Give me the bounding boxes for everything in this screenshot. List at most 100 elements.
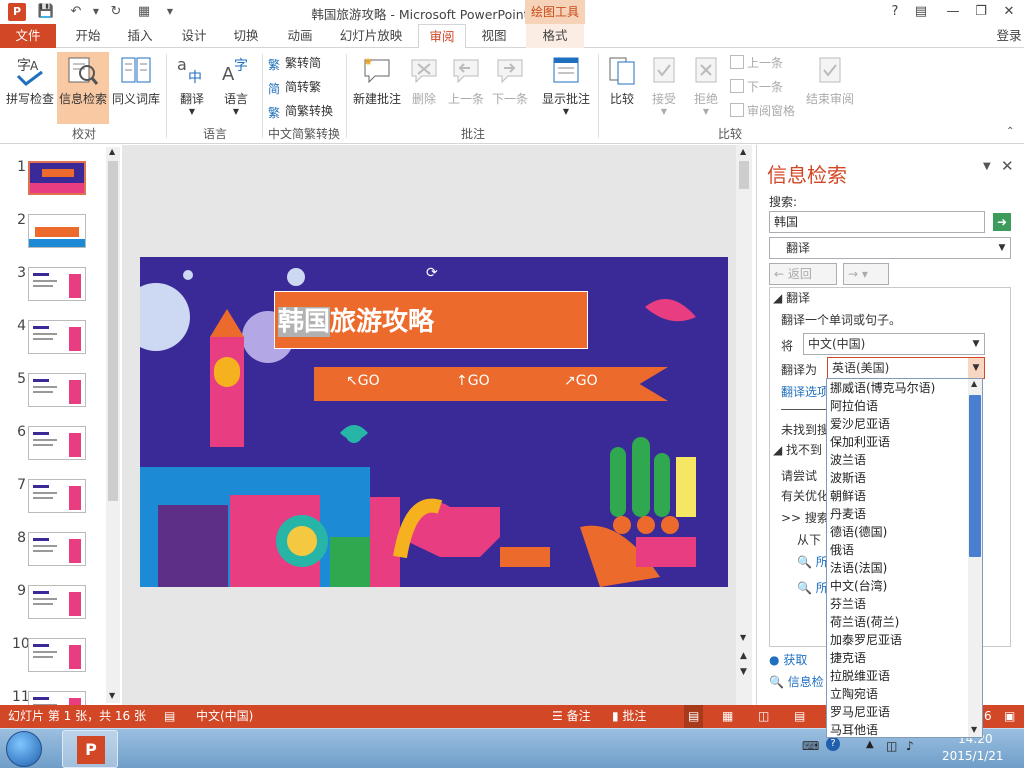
language-option[interactable]: 荷兰语(荷兰) xyxy=(827,613,967,631)
translation-options-link[interactable]: 翻译选项 xyxy=(781,383,829,400)
minimize-button[interactable]: — xyxy=(942,2,964,22)
slide-thumbnail[interactable] xyxy=(28,638,86,672)
slide-title[interactable]: 韩国旅游攻略 xyxy=(278,301,434,338)
language-option[interactable]: 加泰罗尼亚语 xyxy=(827,631,967,649)
restore-button[interactable]: ❐ xyxy=(970,2,992,22)
scroll-down-icon[interactable]: ▼ xyxy=(971,725,977,734)
scroll-up-icon[interactable]: ▲ xyxy=(971,379,977,388)
to-language-dropdown-list[interactable]: 挪威语(博克马尔语) 阿拉伯语 爱沙尼亚语 保加利亚语 波兰语 波斯语 朝鲜语 丹麦语 德语(德… xyxy=(826,378,983,738)
thesaurus-button[interactable]: 同义词库 xyxy=(110,52,162,124)
reviewing-pane-button[interactable]: 审阅窗格 xyxy=(730,100,810,122)
tab-format[interactable]: 格式 xyxy=(526,24,584,48)
chinese-convert-button[interactable]: 繁简繁转换 xyxy=(268,100,340,122)
reading-view-icon[interactable]: ◫ xyxy=(758,705,769,728)
delete-comment-button[interactable]: 删除 xyxy=(404,52,444,124)
tab-insert[interactable]: 插入 xyxy=(118,24,162,48)
to-language-select[interactable]: 英语(美国) ▼ xyxy=(827,357,985,379)
next-comment-button[interactable]: 下一条 xyxy=(488,52,532,124)
compare-button[interactable]: 比较 xyxy=(602,52,642,124)
service-select-arrow-icon[interactable]: ▼ xyxy=(994,238,1010,258)
search-more-link[interactable]: >> 搜索 xyxy=(781,509,829,526)
thumbnails-scrollbar[interactable]: ▲ ▼ xyxy=(106,147,120,703)
start-button[interactable] xyxy=(6,731,42,767)
go-link-1[interactable]: ↖GO xyxy=(346,373,380,389)
get-services-link[interactable]: ● 获取 xyxy=(769,651,807,668)
volume-tray-icon[interactable]: ♪ xyxy=(906,739,914,753)
end-review-button[interactable]: 结束审阅 xyxy=(804,52,856,124)
dropdown-scrollbar[interactable]: ▲ ▼ xyxy=(968,379,982,737)
fit-slide-icon[interactable]: ▣ xyxy=(1004,705,1015,728)
compare-previous-button[interactable]: 上一条 xyxy=(730,52,800,74)
start-search-button[interactable]: ➜ xyxy=(993,213,1011,231)
previous-slide-icon[interactable]: ▲ xyxy=(740,651,747,661)
tab-design[interactable]: 设计 xyxy=(172,24,216,48)
tab-slideshow[interactable]: 幻灯片放映 xyxy=(334,24,408,48)
spelling-button[interactable]: 字A 拼写检查 xyxy=(4,52,56,124)
language-option[interactable]: 保加利亚语 xyxy=(827,433,967,451)
forward-button[interactable]: → ▾ xyxy=(843,263,889,285)
signin-link[interactable]: 登录 xyxy=(994,24,1024,48)
slideshow-view-icon[interactable]: ▤ xyxy=(794,705,805,728)
slide-thumbnail[interactable] xyxy=(28,585,86,619)
scroll-thumb[interactable] xyxy=(108,161,118,501)
tab-transitions[interactable]: 切换 xyxy=(224,24,268,48)
slide-thumbnail[interactable] xyxy=(28,320,86,354)
all-books-link-2[interactable]: 🔍 所 xyxy=(797,579,828,596)
help-tray-icon[interactable]: ? xyxy=(826,737,840,751)
tab-animations[interactable]: 动画 xyxy=(278,24,322,48)
language-option[interactable]: 俄语 xyxy=(827,541,967,559)
comments-button[interactable]: ▮ 批注 xyxy=(612,705,646,728)
close-button[interactable]: ✕ xyxy=(998,2,1020,22)
collapse-ribbon-icon[interactable]: ⌃ xyxy=(1006,126,1014,137)
tab-review[interactable]: 审阅 xyxy=(418,24,466,49)
scroll-up-icon[interactable]: ▲ xyxy=(109,147,115,156)
proofing-status-icon[interactable]: ▤ xyxy=(164,705,175,728)
go-link-2[interactable]: ↑GO xyxy=(456,373,490,389)
notes-button[interactable]: ☰ 备注 xyxy=(552,705,591,728)
keyboard-tray-icon[interactable]: ⌨ xyxy=(802,739,819,753)
language-option[interactable]: 丹麦语 xyxy=(827,505,967,523)
slide-canvas[interactable]: 韩国旅游攻略 ⟳ ↖GO ↑GO ↗GO xyxy=(140,257,728,587)
language-option[interactable]: 挪威语(博克马尔语) xyxy=(827,379,967,397)
back-button[interactable]: ← 返回 xyxy=(769,263,837,285)
slide-thumbnail[interactable] xyxy=(28,161,86,195)
from-language-arrow-icon[interactable]: ▼ xyxy=(968,334,984,354)
tab-view[interactable]: 视图 xyxy=(472,24,516,48)
section-translate-header[interactable]: ◢ 翻译 xyxy=(773,289,810,306)
slide-thumbnail[interactable] xyxy=(28,373,86,407)
to-language-arrow-icon[interactable]: ▼ xyxy=(968,358,984,378)
scroll-up-icon[interactable]: ▲ xyxy=(740,147,746,156)
pane-close-icon[interactable]: ✕ xyxy=(1001,157,1014,175)
next-slide-icon[interactable]: ▼ xyxy=(740,667,747,677)
language-option[interactable]: 罗马尼亚语 xyxy=(827,703,967,721)
clock-date[interactable]: 2015/1/21 xyxy=(942,749,1004,763)
research-options-link[interactable]: 🔍 信息检 xyxy=(769,673,824,690)
powerpoint-taskbar-button[interactable]: P xyxy=(62,730,118,768)
slide-thumbnail[interactable] xyxy=(28,479,86,513)
section-not-found-header[interactable]: ◢ 找不到 xyxy=(773,441,822,458)
all-books-link-1[interactable]: 🔍 所 xyxy=(797,553,828,570)
slide-thumbnail[interactable] xyxy=(28,426,86,460)
language-option[interactable]: 德语(德国) xyxy=(827,523,967,541)
language-option[interactable]: 捷克语 xyxy=(827,649,967,667)
slide-thumbnail[interactable] xyxy=(28,267,86,301)
language-option[interactable]: 拉脱维亚语 xyxy=(827,667,967,685)
go-link-3[interactable]: ↗GO xyxy=(564,373,598,389)
reject-button[interactable]: 拒绝 ▼ xyxy=(686,52,726,124)
dropdown-scroll-thumb[interactable] xyxy=(969,395,981,557)
scroll-down-icon[interactable]: ▼ xyxy=(109,691,115,700)
language-option[interactable]: 朝鲜语 xyxy=(827,487,967,505)
service-select[interactable]: 翻译 ▼ xyxy=(769,237,1011,259)
network-tray-icon[interactable]: ◫ xyxy=(886,739,897,753)
language-status[interactable]: 中文(中国) xyxy=(196,705,253,728)
slide-sorter-icon[interactable]: ▦ xyxy=(722,705,733,728)
language-option[interactable]: 芬兰语 xyxy=(827,595,967,613)
language-option[interactable]: 爱沙尼亚语 xyxy=(827,415,967,433)
research-button[interactable]: 信息检索 xyxy=(57,52,109,124)
help-button[interactable]: ? xyxy=(884,2,906,22)
rotate-handle-icon[interactable]: ⟳ xyxy=(426,265,438,281)
language-option[interactable]: 阿拉伯语 xyxy=(827,397,967,415)
language-option[interactable]: 中文(台湾) xyxy=(827,577,967,595)
scroll-down-icon[interactable]: ▼ xyxy=(740,633,746,642)
language-option[interactable]: 立陶宛语 xyxy=(827,685,967,703)
